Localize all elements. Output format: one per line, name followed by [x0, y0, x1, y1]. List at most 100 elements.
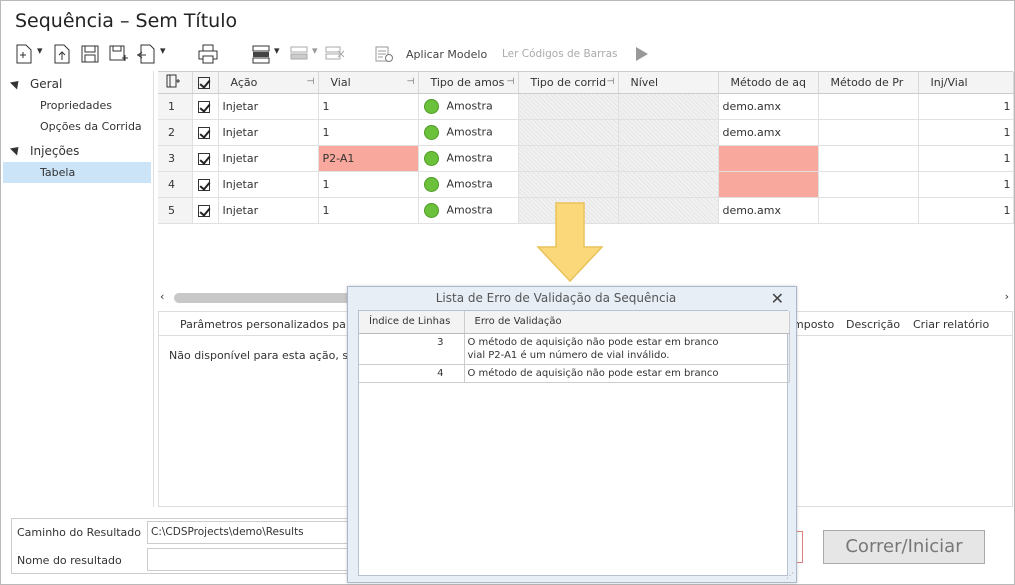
tab-composto[interactable]: mposto [793, 318, 834, 331]
level-cell [618, 119, 719, 146]
action-cell[interactable]: Injetar [218, 93, 319, 120]
column-header-acao[interactable]: Ação ⊣ [218, 72, 319, 94]
vial-cell[interactable]: P2-A1 [318, 145, 419, 172]
processing-method-cell[interactable] [818, 119, 919, 146]
save-icon[interactable] [79, 43, 101, 65]
sidebar-item-tabela[interactable]: Tabela [40, 166, 75, 179]
vial-cell[interactable]: 1 [318, 119, 419, 146]
error-field-edge [797, 531, 803, 563]
collapse-arrow-icon[interactable] [9, 77, 23, 90]
sample-type-cell[interactable]: Amostra [418, 145, 519, 172]
vial-cell[interactable]: 1 [318, 93, 419, 120]
processing-method-cell[interactable] [818, 145, 919, 172]
column-header-vial[interactable]: Vial ⊣ [318, 72, 419, 94]
column-header-nivel[interactable]: Nível [618, 72, 719, 94]
row-number: 2 [158, 119, 193, 146]
sidebar-item-propriedades[interactable]: Propriedades [40, 99, 112, 112]
close-icon[interactable]: ✕ [771, 289, 784, 308]
collapse-arrow-icon[interactable] [9, 143, 23, 156]
row-checkbox[interactable] [192, 171, 219, 198]
column-header-tipo-amostra[interactable]: Tipo de amos ⊣ [418, 72, 519, 94]
fill-down-icon[interactable] [289, 43, 311, 65]
inj-per-vial-cell[interactable]: 1 [918, 119, 1014, 146]
vial-cell[interactable]: 1 [318, 197, 419, 224]
acquisition-method-cell[interactable]: demo.amx [718, 119, 819, 146]
row-checkbox[interactable] [192, 93, 219, 120]
row-checkbox[interactable] [192, 119, 219, 146]
import-dropdown-icon[interactable]: ▾ [160, 44, 166, 57]
inj-per-vial-cell[interactable]: 1 [918, 197, 1014, 224]
sidebar-item-opcoes-corrida[interactable]: Opções da Corrida [40, 120, 142, 133]
new-file-icon[interactable] [13, 43, 35, 65]
insert-row-icon[interactable] [251, 43, 273, 65]
print-icon[interactable] [197, 43, 219, 65]
pin-icon[interactable]: ⊣ [607, 77, 615, 87]
acquisition-method-cell[interactable] [718, 171, 819, 198]
down-arrow-icon [536, 202, 604, 283]
column-chooser-icon[interactable] [158, 72, 193, 94]
fill-dropdown-icon[interactable]: ▾ [312, 44, 318, 57]
apply-template-button[interactable]: Aplicar Modelo [406, 48, 487, 61]
select-all-checkbox[interactable] [192, 72, 219, 94]
column-header-row-index[interactable]: Índice de Linhas [359, 311, 465, 334]
inj-per-vial-cell[interactable]: 1 [918, 145, 1014, 172]
error-row[interactable]: 3O método de aquisição não pode estar em… [359, 333, 790, 365]
splitter[interactable] [153, 71, 157, 507]
vial-cell[interactable]: 1 [318, 171, 419, 198]
tab-custom-parameters[interactable]: Parâmetros personalizados pa [180, 318, 346, 331]
sample-type-cell[interactable]: Amostra [418, 197, 519, 224]
sidebar-group-geral[interactable]: Geral [30, 77, 62, 91]
open-file-icon[interactable] [51, 43, 73, 65]
delete-row-icon[interactable] [324, 43, 346, 65]
acquisition-method-cell[interactable]: demo.amx [718, 197, 819, 224]
column-header-metodo-aquisicao[interactable]: Método de aq [718, 72, 819, 94]
result-name-input[interactable] [147, 548, 357, 571]
row-checkbox[interactable] [192, 145, 219, 172]
table-row[interactable]: 2 Injetar 1 Amostra demo.amx 1 [158, 119, 1014, 146]
sample-type-cell[interactable]: Amostra [418, 119, 519, 146]
scrollbar-thumb[interactable] [174, 293, 354, 303]
inj-per-vial-cell[interactable]: 1 [918, 93, 1014, 120]
pin-icon[interactable]: ⊣ [407, 77, 415, 87]
action-cell[interactable]: Injetar [218, 119, 319, 146]
tab-descricao[interactable]: Descrição [846, 318, 900, 331]
column-header-tipo-corrida[interactable]: Tipo de corrid ⊣ [518, 72, 619, 94]
table-row[interactable]: 1 Injetar 1 Amostra demo.amx 1 [158, 93, 1014, 120]
action-cell[interactable]: Injetar [218, 197, 319, 224]
table-row[interactable]: 3 Injetar P2-A1 Amostra 1 [158, 145, 1014, 172]
play-icon[interactable] [631, 43, 653, 65]
processing-method-cell[interactable] [818, 93, 919, 120]
run-start-button[interactable]: Correr/Iniciar [823, 530, 985, 564]
error-line: O método de aquisição não pode estar em … [467, 336, 719, 348]
scroll-right-icon[interactable]: › [1005, 290, 1009, 303]
acquisition-method-cell[interactable]: demo.amx [718, 93, 819, 120]
new-dropdown-icon[interactable]: ▾ [37, 44, 43, 57]
resize-grip-icon[interactable]: ⋰ [786, 571, 794, 580]
action-cell[interactable]: Injetar [218, 171, 319, 198]
column-header-validation-error[interactable]: Erro de Validação [464, 311, 790, 334]
error-row[interactable]: 4O método de aquisição não pode estar em… [359, 364, 790, 383]
row-checkbox[interactable] [192, 197, 219, 224]
inj-per-vial-cell[interactable]: 1 [918, 171, 1014, 198]
insert-dropdown-icon[interactable]: ▾ [274, 44, 280, 57]
sample-type-cell[interactable]: Amostra [418, 171, 519, 198]
sample-type-cell[interactable]: Amostra [418, 93, 519, 120]
processing-method-cell[interactable] [818, 197, 919, 224]
read-barcodes-button[interactable]: Ler Códigos de Barras [502, 48, 617, 60]
pin-icon[interactable]: ⊣ [307, 77, 315, 87]
tab-criar-relatorio[interactable]: Criar relatório [913, 318, 989, 331]
processing-method-cell[interactable] [818, 171, 919, 198]
pin-icon[interactable]: ⊣ [507, 77, 515, 87]
column-header-metodo-processamento[interactable]: Método de Pr [818, 72, 919, 94]
result-path-input[interactable]: C:\CDSProjects\demo\Results [147, 521, 357, 544]
acquisition-method-cell[interactable] [718, 145, 819, 172]
save-as-icon[interactable] [107, 43, 129, 65]
scroll-left-icon[interactable]: ‹ [160, 290, 164, 303]
column-header-inj-vial[interactable]: Inj/Vial [918, 72, 1014, 94]
apply-template-icon[interactable] [373, 43, 395, 65]
status-dot-icon [423, 124, 439, 140]
import-icon[interactable] [135, 43, 157, 65]
action-cell[interactable]: Injetar [218, 145, 319, 172]
table-row[interactable]: 4 Injetar 1 Amostra 1 [158, 171, 1014, 198]
sidebar-group-injecoes[interactable]: Injeções [30, 144, 79, 158]
